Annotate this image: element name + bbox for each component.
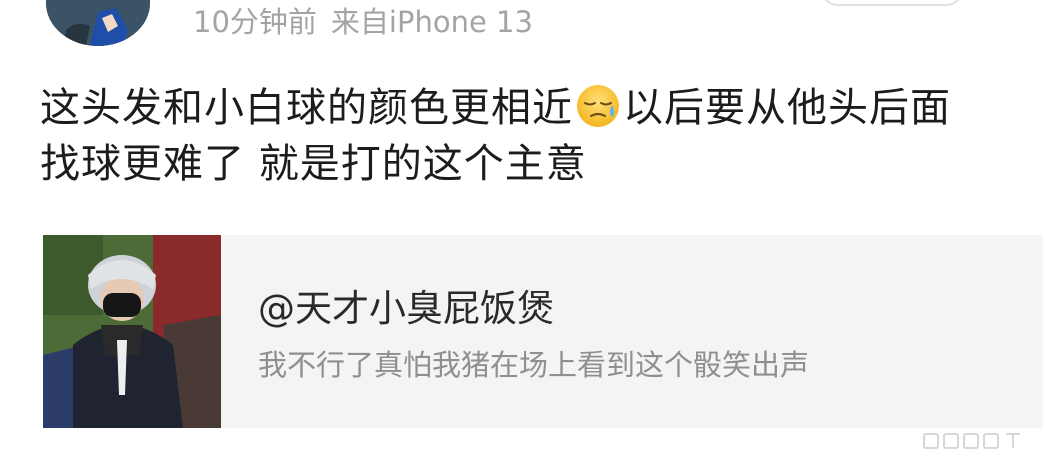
- follow-button[interactable]: [820, 0, 964, 6]
- post-text-line-1: 这头发和小白球的颜色更相近 以后要从他头后面: [40, 80, 1030, 136]
- watermark-icon: [922, 430, 1026, 452]
- cold-sweat-face-icon: [575, 83, 621, 129]
- post-source: 来自iPhone 13: [330, 5, 533, 39]
- quoted-post-thumbnail[interactable]: [43, 235, 221, 428]
- post-meta: 10分钟前 来自iPhone 13: [193, 2, 533, 42]
- quoted-post-text: 我不行了真怕我猪在场上看到这个骰笑出声: [258, 348, 810, 382]
- post-text-segment: 以后要从他头后面: [623, 85, 951, 131]
- post-text-line-2: 找球更难了 就是打的这个主意: [40, 141, 587, 187]
- post-body: 这头发和小白球的颜色更相近 以后要从他头后面 找球更难了 就是打的这个主意: [40, 80, 1030, 192]
- post-time: 10分钟前: [193, 5, 317, 39]
- quoted-post-author[interactable]: @天才小臭屁饭煲: [258, 285, 554, 333]
- quoted-post-card[interactable]: @天才小臭屁饭煲 我不行了真怕我猪在场上看到这个骰笑出声: [43, 235, 1043, 428]
- post-text-segment: 这头发和小白球的颜色更相近: [40, 85, 573, 131]
- user-avatar[interactable]: [46, 0, 150, 46]
